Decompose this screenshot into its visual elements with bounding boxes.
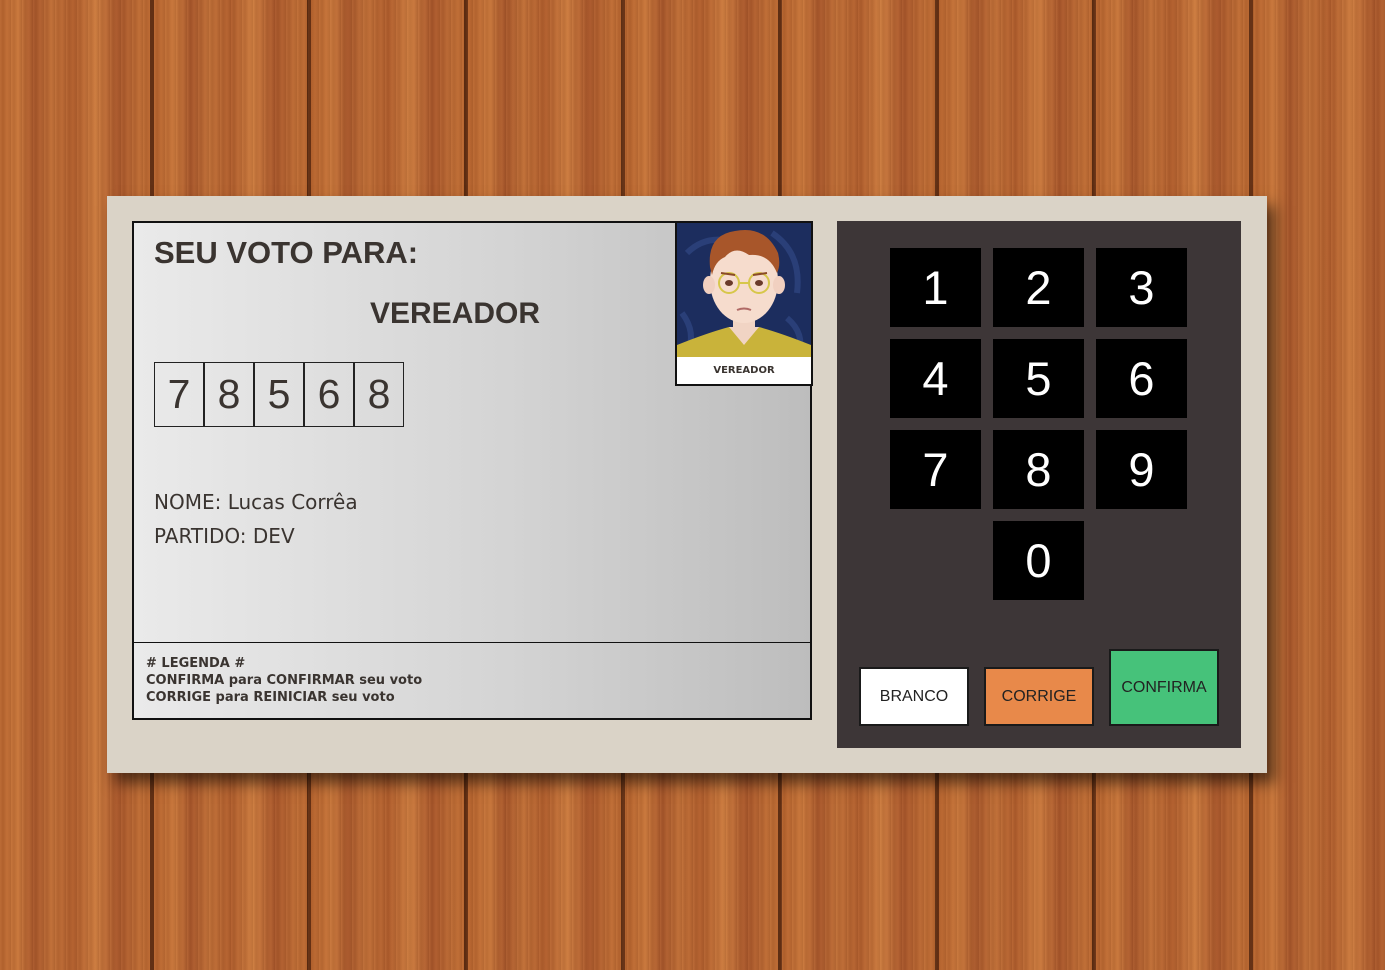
- key-0[interactable]: 0: [993, 521, 1084, 600]
- key-8[interactable]: 8: [993, 430, 1084, 509]
- key-7[interactable]: 7: [890, 430, 981, 509]
- vote-number-boxes: 7 8 5 6 8: [154, 362, 404, 427]
- keypad: 1 2 3 4 5 6 7 8 9 0 BRANCO CORRIGE CONFI…: [837, 221, 1241, 748]
- candidate-party: PARTIDO: DEV: [154, 524, 295, 548]
- branco-button[interactable]: BRANCO: [859, 667, 969, 726]
- confirma-button[interactable]: CONFIRMA: [1109, 649, 1219, 726]
- office-title: VEREADOR: [370, 297, 541, 330]
- photo-caption: VEREADOR: [713, 365, 775, 376]
- candidate-info: NOME: Lucas Corrêa PARTIDO: DEV: [154, 485, 358, 553]
- key-2[interactable]: 2: [993, 248, 1084, 327]
- legend-correct-text: CORRIGE para REINICIAR seu voto: [146, 690, 395, 705]
- screen-title: SEU VOTO PARA:: [154, 235, 419, 270]
- digit-box-2: 8: [204, 362, 254, 427]
- key-4[interactable]: 4: [890, 339, 981, 418]
- digit-box-5: 8: [354, 362, 404, 427]
- voting-machine: SEU VOTO PARA: VEREADOR 7 8 5 6 8 NOME: …: [107, 196, 1267, 773]
- candidate-photo-card: VEREADOR: [675, 221, 813, 386]
- key-5[interactable]: 5: [993, 339, 1084, 418]
- corrige-button[interactable]: CORRIGE: [984, 667, 1094, 726]
- legend-title: # LEGENDA #: [146, 656, 246, 671]
- key-6[interactable]: 6: [1096, 339, 1187, 418]
- digit-box-4: 6: [304, 362, 354, 427]
- voting-screen: SEU VOTO PARA: VEREADOR 7 8 5 6 8 NOME: …: [132, 221, 813, 720]
- digit-box-1: 7: [154, 362, 204, 427]
- legend-confirm-text: CONFIRMA para CONFIRMAR seu voto: [146, 673, 423, 688]
- candidate-avatar: [677, 223, 811, 357]
- candidate-name: NOME: Lucas Corrêa: [154, 490, 358, 514]
- key-3[interactable]: 3: [1096, 248, 1187, 327]
- digit-box-3: 5: [254, 362, 304, 427]
- key-1[interactable]: 1: [890, 248, 981, 327]
- legend: # LEGENDA # CONFIRMA para CONFIRMAR seu …: [134, 642, 810, 718]
- key-9[interactable]: 9: [1096, 430, 1187, 509]
